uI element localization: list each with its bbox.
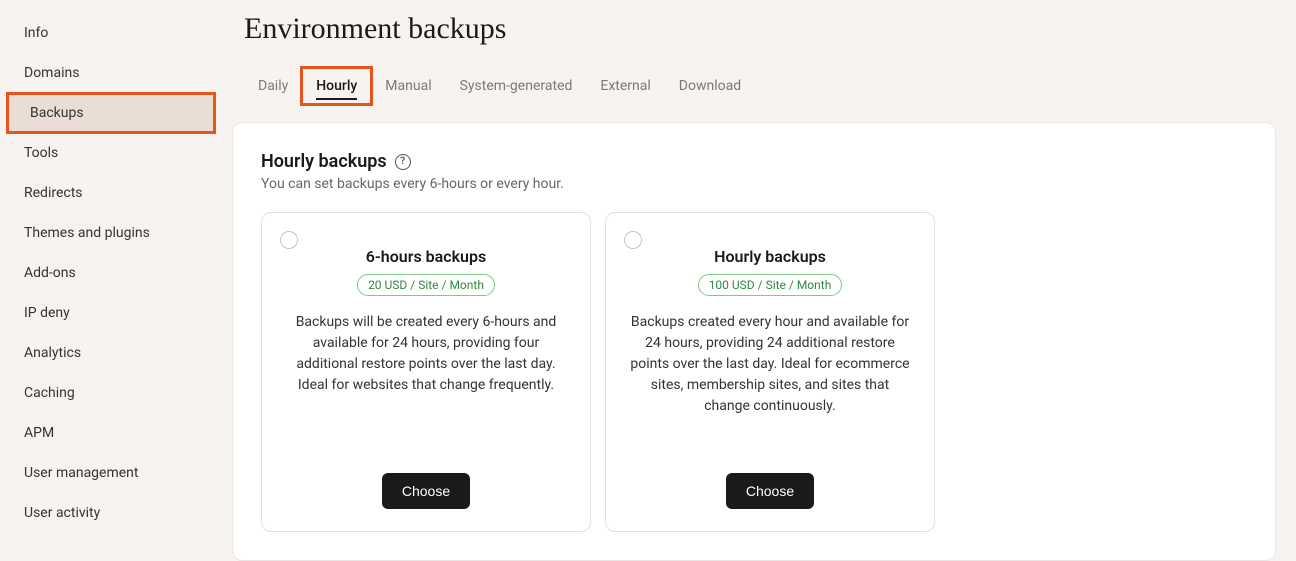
- section-header: Hourly backups ?: [261, 151, 1247, 172]
- plan-card-6hours[interactable]: 6-hours backups 20 USD / Site / Month Ba…: [261, 212, 591, 532]
- sidebar-item-add-ons[interactable]: Add-ons: [0, 255, 220, 291]
- plan-description: Backups will be created every 6-hours an…: [286, 312, 566, 396]
- plan-title: 6-hours backups: [366, 247, 486, 266]
- radio-icon[interactable]: [280, 231, 298, 249]
- section-subtitle: You can set backups every 6-hours or eve…: [261, 176, 1247, 192]
- radio-icon[interactable]: [624, 231, 642, 249]
- tab-system-generated[interactable]: System-generated: [446, 70, 587, 102]
- main-content: Environment backups Daily Hourly Manual …: [220, 0, 1296, 526]
- plan-description: Backups created every hour and available…: [630, 312, 910, 417]
- page-title: Environment backups: [244, 12, 1276, 46]
- sidebar-item-apm[interactable]: APM: [0, 415, 220, 451]
- sidebar-item-user-management[interactable]: User management: [0, 455, 220, 491]
- sidebar: Info Domains Backups Tools Redirects The…: [0, 0, 220, 526]
- sidebar-item-backups[interactable]: Backups: [0, 95, 220, 131]
- sidebar-item-redirects[interactable]: Redirects: [0, 175, 220, 211]
- sidebar-item-domains[interactable]: Domains: [0, 55, 220, 91]
- price-badge: 100 USD / Site / Month: [698, 274, 843, 296]
- sidebar-item-caching[interactable]: Caching: [0, 375, 220, 411]
- tab-daily[interactable]: Daily: [244, 70, 302, 102]
- sidebar-item-info[interactable]: Info: [0, 15, 220, 51]
- tab-download[interactable]: Download: [665, 70, 755, 102]
- plan-title: Hourly backups: [714, 247, 826, 266]
- choose-button[interactable]: Choose: [726, 473, 814, 509]
- help-icon[interactable]: ?: [395, 154, 411, 170]
- tab-manual[interactable]: Manual: [371, 70, 445, 102]
- tabs: Daily Hourly Manual System-generated Ext…: [244, 70, 1276, 102]
- price-badge: 20 USD / Site / Month: [357, 274, 495, 296]
- sidebar-item-tools[interactable]: Tools: [0, 135, 220, 171]
- plan-card-hourly[interactable]: Hourly backups 100 USD / Site / Month Ba…: [605, 212, 935, 532]
- sidebar-item-label: Backups: [6, 95, 214, 131]
- plan-cards: 6-hours backups 20 USD / Site / Month Ba…: [261, 212, 1247, 532]
- tab-external[interactable]: External: [586, 70, 664, 102]
- tab-label: Hourly: [302, 70, 371, 102]
- tab-hourly[interactable]: Hourly: [302, 70, 371, 102]
- choose-button[interactable]: Choose: [382, 473, 470, 509]
- section-title: Hourly backups: [261, 151, 387, 172]
- content-card: Hourly backups ? You can set backups eve…: [232, 122, 1276, 561]
- sidebar-item-ip-deny[interactable]: IP deny: [0, 295, 220, 331]
- sidebar-item-themes-plugins[interactable]: Themes and plugins: [0, 215, 220, 251]
- sidebar-item-analytics[interactable]: Analytics: [0, 335, 220, 371]
